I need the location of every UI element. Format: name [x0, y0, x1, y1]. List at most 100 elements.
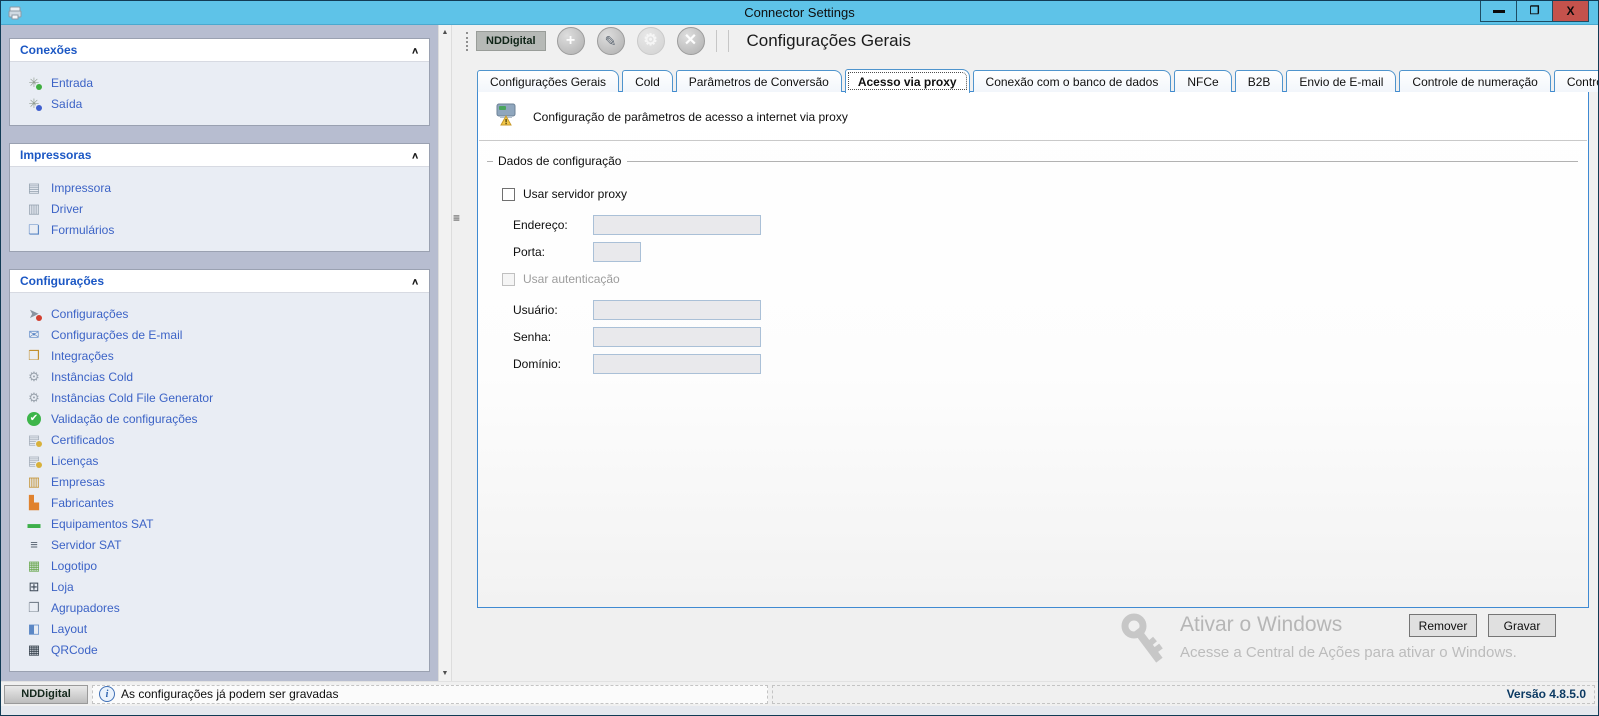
minimize-button[interactable] [1480, 1, 1517, 22]
sidebar-item-layout[interactable]: ◧Layout [26, 618, 429, 639]
sidebar-item-licencas[interactable]: ▤Licenças [26, 450, 429, 471]
tab-parametros-de-conversao[interactable]: Parâmetros de Conversão [676, 70, 842, 92]
sidebar-item-label: Layout [51, 622, 87, 636]
gears-icon: ⚙ [26, 390, 42, 406]
sidebar-item-fabricantes[interactable]: ▙ Fabricantes [26, 492, 429, 513]
sidebar-section-title: Configurações [20, 274, 104, 288]
add-button[interactable]: + [557, 27, 585, 55]
tab-conexao-banco-de-dados[interactable]: Conexão com o banco de dados [973, 70, 1172, 92]
email-icon: ✉ [26, 327, 42, 343]
usar-autenticacao-label: Usar autenticação [523, 272, 620, 286]
version-label: Versão 4.8.5.0 [1507, 687, 1586, 701]
sidebar-section-header-impressoras[interactable]: Impressoras∧ [10, 144, 429, 167]
restore-icon: ❐ [1530, 6, 1540, 17]
qrcode-icon: ▦ [26, 642, 42, 658]
sidebar-item-servidor-sat[interactable]: ≡Servidor SAT [26, 534, 429, 555]
sidebar-item-impressora[interactable]: ▤Impressora [26, 177, 429, 198]
sidebar-item-instancias-cold-file-generator[interactable]: ⚙Instâncias Cold File Generator [26, 387, 429, 408]
factory-icon: ▙ [26, 495, 42, 511]
sidebar-item-agrupadores[interactable]: ❐Agrupadores [26, 597, 429, 618]
sidebar-section-header-conexoes[interactable]: Conexões∧ [10, 39, 429, 62]
usar-autenticacao-checkbox[interactable] [502, 273, 515, 286]
window-title: Connector Settings [1, 5, 1598, 20]
tab-configuracoes-gerais[interactable]: Configurações Gerais [477, 70, 619, 92]
dominio-input[interactable] [593, 354, 761, 374]
shopping-cart-icon: ⊞ [26, 579, 42, 595]
panel-splitter[interactable]: ≡ [452, 25, 461, 681]
scroll-down-icon[interactable]: ▼ [442, 669, 449, 678]
chevron-up-icon[interactable]: ∧ [411, 45, 419, 55]
header-divider [479, 140, 1587, 141]
sidebar-item-instancias-cold[interactable]: ⚙Instâncias Cold [26, 366, 429, 387]
tab-b2b[interactable]: B2B [1235, 70, 1284, 92]
sidebar-item-label: Fabricantes [51, 496, 114, 510]
tab-controle-de-ordem[interactable]: Controle de ordem d [1554, 70, 1599, 92]
restore-button[interactable]: ❐ [1516, 1, 1553, 22]
sidebar-item-qrcode[interactable]: ▦QRCode [26, 639, 429, 660]
integrations-folder-icon: ❒ [26, 348, 42, 364]
endereco-input[interactable] [593, 215, 761, 235]
sidebar-section-items: ➤Configurações✉Configurações de E-mail❒I… [10, 293, 429, 671]
tab-envio-de-email[interactable]: Envio de E-mail [1286, 70, 1396, 92]
scroll-up-icon[interactable]: ▲ [442, 28, 449, 37]
status-dot [36, 84, 42, 90]
sidebar-item-integracoes[interactable]: ❒Integrações [26, 345, 429, 366]
minimize-icon [1493, 10, 1505, 13]
sidebar-item-logotipo[interactable]: ▦ Logotipo [26, 555, 429, 576]
sat-device-icon: ▬ [26, 516, 42, 532]
usar-servidor-proxy-checkbox[interactable] [502, 188, 515, 201]
sidebar-item-label: Driver [51, 202, 83, 216]
sidebar-item-label: Configurações [51, 307, 128, 321]
tab-controle-de-numeracao[interactable]: Controle de numeração [1399, 70, 1550, 92]
sidebar-item-empresas[interactable]: ▥Empresas [26, 471, 429, 492]
senha-label: Senha: [513, 330, 593, 344]
brand-badge: NDDigital [476, 31, 546, 51]
sidebar-item-configuracoes-email[interactable]: ✉Configurações de E-mail [26, 324, 429, 345]
sidebar-item-entrada[interactable]: ✳Entrada [26, 72, 429, 93]
toolbar-grip-icon [466, 32, 468, 51]
sidebar-item-label: Impressora [51, 181, 111, 195]
sidebar-item-validacao-configuracoes[interactable]: ✔Validação de configurações [26, 408, 429, 429]
action-bar: Remover Gravar [461, 608, 1598, 637]
printer-driver-icon: ▥ [26, 201, 42, 217]
app-window: Connector Settings ❐ X Conexões∧ ✳Entrada… [0, 0, 1599, 716]
logo-image-icon: ▦ [26, 558, 42, 574]
tab-nfce[interactable]: NFCe [1174, 70, 1231, 92]
sidebar-scrollbar[interactable]: ▲ ▼ [438, 25, 452, 681]
porta-input[interactable] [593, 242, 641, 262]
sidebar-item-label: Validação de configurações [51, 412, 198, 426]
groupbox-dados-configuracao: Dados de configuração Usar servidor prox… [487, 154, 1578, 374]
chevron-up-icon[interactable]: ∧ [411, 276, 419, 286]
sidebar-item-driver[interactable]: ▥ Driver [26, 198, 429, 219]
status-dot [36, 441, 42, 447]
sidebar-item-formularios[interactable]: ❏Formulários [26, 219, 429, 240]
toolbar: NDDigital +✎⚙✕ Configurações Gerais [461, 25, 1598, 57]
chevron-up-icon[interactable]: ∧ [411, 150, 419, 160]
status-dot [36, 105, 42, 111]
form-page-icon: ❏ [26, 222, 42, 238]
edit-button[interactable]: ✎ [597, 27, 625, 55]
senha-input[interactable] [593, 327, 761, 347]
close-button[interactable]: X [1552, 1, 1589, 22]
sidebar-item-certificados[interactable]: ▤Certificados [26, 429, 429, 450]
field-row-dominio: Domínio: [502, 354, 1578, 374]
sidebar-section-header-configuracoes[interactable]: Configurações ∧ [10, 270, 429, 293]
sidebar-section-conexoes: Conexões∧ ✳Entrada✳Saída [9, 38, 430, 126]
info-icon: i [99, 686, 115, 702]
tab-cold[interactable]: Cold [622, 70, 673, 92]
status-bar: NDDigital i As configurações já podem se… [1, 681, 1598, 706]
certificate-icon: ▤ [26, 432, 42, 448]
cancel-button[interactable]: ✕ [677, 27, 705, 55]
splitter-grip-icon: ≡ [452, 211, 461, 225]
sidebar-item-saida[interactable]: ✳Saída [26, 93, 429, 114]
usuario-input[interactable] [593, 300, 761, 320]
sidebar-item-label: Logotipo [51, 559, 97, 573]
sidebar-item-configuracoes[interactable]: ➤Configurações [26, 303, 429, 324]
remover-button[interactable]: Remover [1409, 614, 1477, 637]
tab-acesso-via-proxy[interactable]: Acesso via proxy [845, 69, 970, 93]
settings-button[interactable]: ⚙ [637, 27, 665, 55]
sidebar-item-loja[interactable]: ⊞Loja [26, 576, 429, 597]
sidebar-item-equipamentos-sat[interactable]: ▬Equipamentos SAT [26, 513, 429, 534]
gravar-button[interactable]: Gravar [1488, 614, 1556, 637]
saida-icon: ✳ [26, 96, 42, 112]
